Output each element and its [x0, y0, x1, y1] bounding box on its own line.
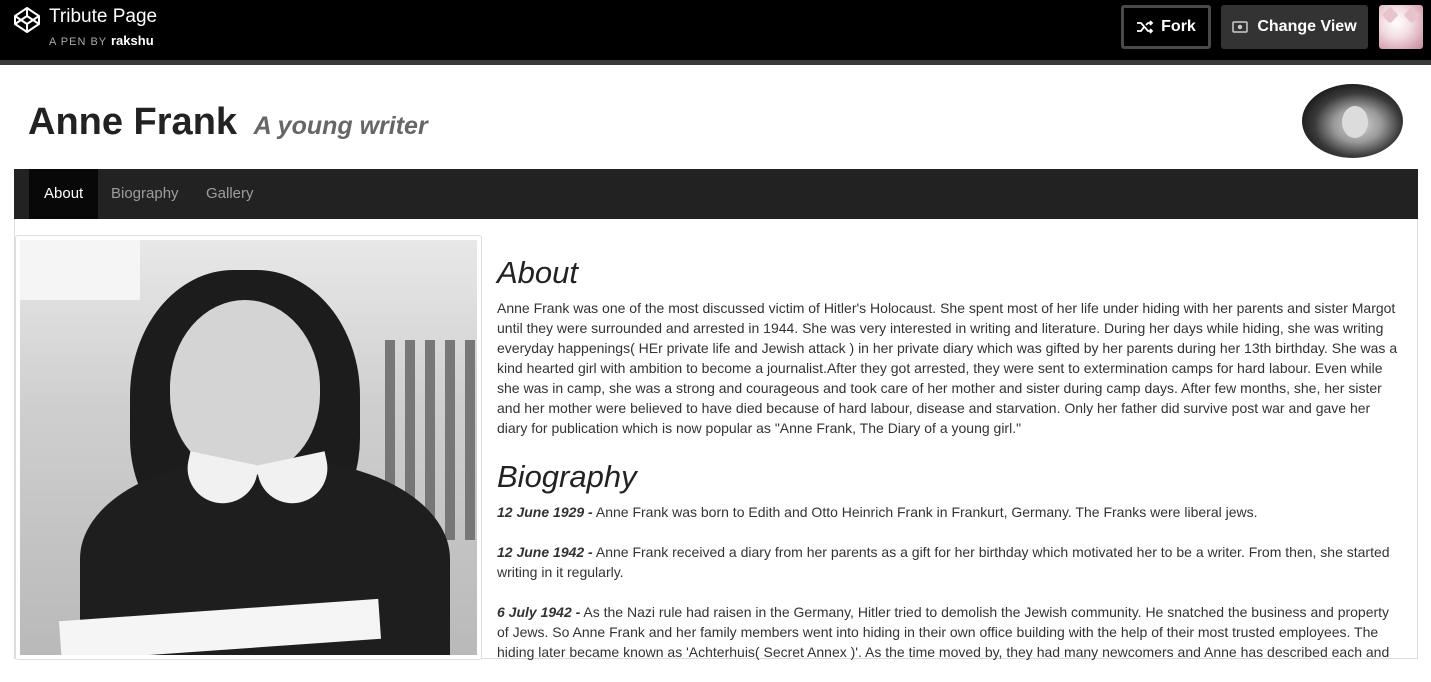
about-heading: About [497, 255, 579, 290]
eye-icon [1232, 21, 1249, 33]
anne-frank-photo [20, 240, 477, 655]
codepen-top-bar: Tribute Page A PEN BY rakshu Fork Change… [0, 0, 1431, 60]
fork-label: Fork [1161, 18, 1196, 35]
bio-entry: 12 June 1929 - Anne Frank was born to Ed… [497, 502, 1403, 522]
bio-text: As the Nazi rule had raisen in the Germa… [497, 604, 1390, 660]
page-title-text: Anne Frank [28, 101, 238, 143]
change-view-label: Change View [1257, 18, 1357, 35]
about-paragraph: Anne Frank was one of the most discussed… [497, 300, 1398, 436]
bio-entry: 12 June 1942 - Anne Frank received a dia… [497, 542, 1403, 582]
main-navbar: About Biography Gallery [14, 169, 1418, 219]
nav-item-biography[interactable]: Biography [96, 169, 194, 219]
page-title: Anne Frank A young writer [28, 101, 428, 144]
pen-author-link[interactable]: rakshu [111, 33, 154, 48]
bio-text: Anne Frank was born to Edith and Otto He… [592, 504, 1258, 520]
header-portrait-image [1302, 84, 1403, 158]
nav-item-gallery[interactable]: Gallery [191, 169, 269, 219]
bio-text: Anne Frank received a diary from her par… [497, 544, 1390, 580]
bio-date: 12 June 1942 - [497, 544, 593, 560]
bio-entry: 6 July 1942 - As the Nazi rule had raise… [497, 602, 1403, 662]
biography-heading: Biography [497, 459, 637, 494]
codepen-logo-icon[interactable] [13, 6, 41, 34]
top-bar-divider [0, 60, 1431, 65]
pen-author-line: A PEN BY rakshu [49, 33, 154, 48]
bio-date: 12 June 1929 - [497, 504, 593, 520]
portrait-thumbnail [15, 235, 482, 660]
fork-icon [1137, 20, 1154, 34]
bio-date: 6 July 1942 - [497, 604, 581, 620]
text-column: About Anne Frank was one of the most dis… [497, 254, 1403, 682]
change-view-button[interactable]: Change View [1221, 5, 1368, 49]
user-avatar[interactable] [1379, 5, 1423, 49]
pen-title: Tribute Page [49, 6, 158, 27]
fork-button[interactable]: Fork [1121, 5, 1211, 49]
pen-by-label: A PEN BY [49, 36, 107, 48]
nav-item-about[interactable]: About [29, 169, 99, 219]
page-subtitle: A young writer [253, 112, 428, 140]
